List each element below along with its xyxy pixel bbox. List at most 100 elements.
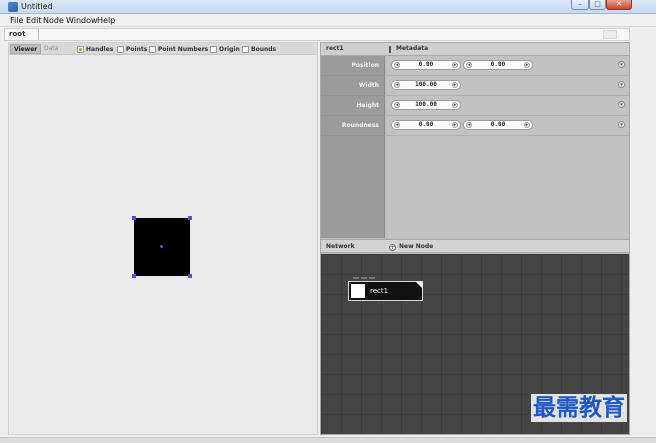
menu-bar: File Edit Node Window Help (0, 14, 656, 27)
bounds-label: Bounds (251, 46, 277, 53)
rect-node-icon (351, 284, 365, 298)
breadcrumb-root[interactable]: root (9, 29, 25, 40)
height-row: ◂ 100.00 ▸ ▾ (386, 96, 629, 116)
point-numbers-option[interactable]: Point Numbers (149, 45, 208, 54)
decrement-icon[interactable]: ◂ (394, 122, 400, 128)
menu-help[interactable]: Help (97, 15, 115, 26)
maximize-button[interactable]: □ (589, 0, 606, 10)
roundness-y-field[interactable]: ◂ 0.00 ▸ (463, 120, 533, 130)
minimize-button[interactable]: – (571, 0, 589, 10)
network-label: Network (326, 243, 355, 250)
handle-bottom-left[interactable] (132, 274, 136, 278)
rect-shape[interactable] (132, 216, 192, 278)
increment-icon[interactable]: ▸ (524, 62, 530, 68)
port[interactable] (361, 277, 367, 279)
handle-top-left[interactable] (132, 216, 136, 220)
port[interactable] (353, 277, 359, 279)
tab-data[interactable]: Data (41, 44, 61, 54)
properties-labels: Position Width Height Roundness (321, 56, 385, 238)
roundness-row: ◂ 0.00 ▸ ◂ 0.00 ▸ ▾ (386, 116, 629, 136)
viewer-canvas[interactable] (9, 55, 317, 434)
network-node-rect1[interactable]: rect1 (348, 281, 423, 301)
position-y-field[interactable]: ◂ 0.00 ▸ (463, 60, 533, 70)
width-field[interactable]: ◂ 100.00 ▸ (391, 80, 461, 90)
roundness-row-label: Roundness (321, 116, 385, 136)
increment-icon[interactable]: ▸ (452, 82, 458, 88)
new-node-label: New Node (399, 243, 434, 250)
status-bar (0, 437, 656, 443)
new-node-button[interactable]: + New Node (389, 242, 433, 252)
increment-icon[interactable]: ▸ (452, 62, 458, 68)
height-label: Height (356, 102, 379, 109)
position-y-value: 0.00 (490, 61, 506, 68)
decrement-icon[interactable]: ◂ (394, 82, 400, 88)
roundness-menu-icon[interactable]: ▾ (618, 121, 625, 128)
node-output-corner (415, 281, 423, 289)
width-row: ◂ 100.00 ▸ ▾ (386, 76, 629, 96)
menu-file[interactable]: File (10, 15, 23, 26)
points-option[interactable]: Points (117, 45, 147, 54)
menu-window[interactable]: Window (66, 15, 98, 26)
decrement-icon[interactable]: ◂ (466, 122, 472, 128)
metadata-icon (389, 46, 391, 53)
handles-checkbox[interactable] (77, 46, 84, 53)
height-row-label: Height (321, 96, 385, 116)
points-label: Points (126, 46, 148, 53)
right-panel: rect1 Metadata Position Width Height Rou… (320, 42, 630, 435)
decrement-icon[interactable]: ◂ (394, 62, 400, 68)
handles-option[interactable]: Handles (77, 45, 113, 54)
bounds-checkbox[interactable] (242, 46, 249, 53)
menu-node[interactable]: Node (43, 15, 64, 26)
origin-label: Origin (219, 46, 240, 53)
increment-icon[interactable]: ▸ (452, 102, 458, 108)
point-numbers-label: Point Numbers (158, 46, 209, 53)
points-checkbox[interactable] (117, 46, 124, 53)
roundness-x-field[interactable]: ◂ 0.00 ▸ (391, 120, 461, 130)
breadcrumb-separator (31, 29, 39, 40)
bounds-option[interactable]: Bounds (242, 45, 276, 54)
position-row-label: Position (321, 56, 385, 76)
height-field[interactable]: ◂ 100.00 ▸ (391, 100, 461, 110)
roundness-x-value: 0.00 (418, 121, 434, 128)
position-x-value: 0.00 (418, 61, 434, 68)
roundness-y-value: 0.00 (490, 121, 506, 128)
viewer-pane: Viewer Data Handles Points Point Numbers… (8, 42, 318, 435)
position-row: ◂ 0.00 ▸ ◂ 0.00 ▸ ▾ (386, 56, 629, 76)
width-value: 100.00 (415, 81, 437, 88)
close-button[interactable]: ✕ (606, 0, 632, 10)
plus-icon: + (389, 243, 396, 251)
node-input-ports[interactable] (353, 277, 381, 280)
width-row-label: Width (321, 76, 385, 96)
decrement-icon[interactable]: ◂ (394, 102, 400, 108)
decrement-icon[interactable]: ◂ (466, 62, 472, 68)
node-label: rect1 (370, 287, 389, 295)
width-menu-icon[interactable]: ▾ (618, 81, 625, 88)
properties-values: ◂ 0.00 ▸ ◂ 0.00 ▸ ▾ ◂ 100.00 ▸ ▾ ◂ 100.0… (386, 56, 629, 238)
point-numbers-checkbox[interactable] (149, 46, 156, 53)
height-menu-icon[interactable]: ▾ (618, 101, 625, 108)
handle-bottom-right[interactable] (188, 274, 192, 278)
roundness-label: Roundness (341, 122, 379, 129)
tab-viewer[interactable]: Viewer (10, 44, 42, 54)
center-handle[interactable] (160, 245, 163, 248)
increment-icon[interactable]: ▸ (524, 122, 530, 128)
position-label: Position (351, 62, 379, 69)
address-bar-button[interactable] (603, 30, 617, 39)
position-x-field[interactable]: ◂ 0.00 ▸ (391, 60, 461, 70)
position-menu-icon[interactable]: ▾ (618, 61, 625, 68)
app-window: Untitled – □ ✕ File Edit Node Window Hel… (0, 0, 656, 443)
port[interactable] (369, 277, 375, 279)
properties-header: rect1 Metadata (321, 43, 629, 56)
width-label: Width (358, 82, 379, 89)
network-header: Network + New Node (321, 239, 629, 253)
handle-top-right[interactable] (188, 216, 192, 220)
origin-option[interactable]: Origin (210, 45, 240, 54)
menu-edit[interactable]: Edit (26, 15, 42, 26)
window-title: Untitled (21, 2, 53, 11)
viewer-toolbar: Viewer Data Handles Points Point Numbers… (9, 43, 317, 55)
increment-icon[interactable]: ▸ (452, 122, 458, 128)
origin-checkbox[interactable] (210, 46, 217, 53)
handles-label: Handles (86, 46, 114, 53)
app-icon (8, 2, 18, 12)
metadata-button[interactable]: Metadata (396, 43, 428, 55)
